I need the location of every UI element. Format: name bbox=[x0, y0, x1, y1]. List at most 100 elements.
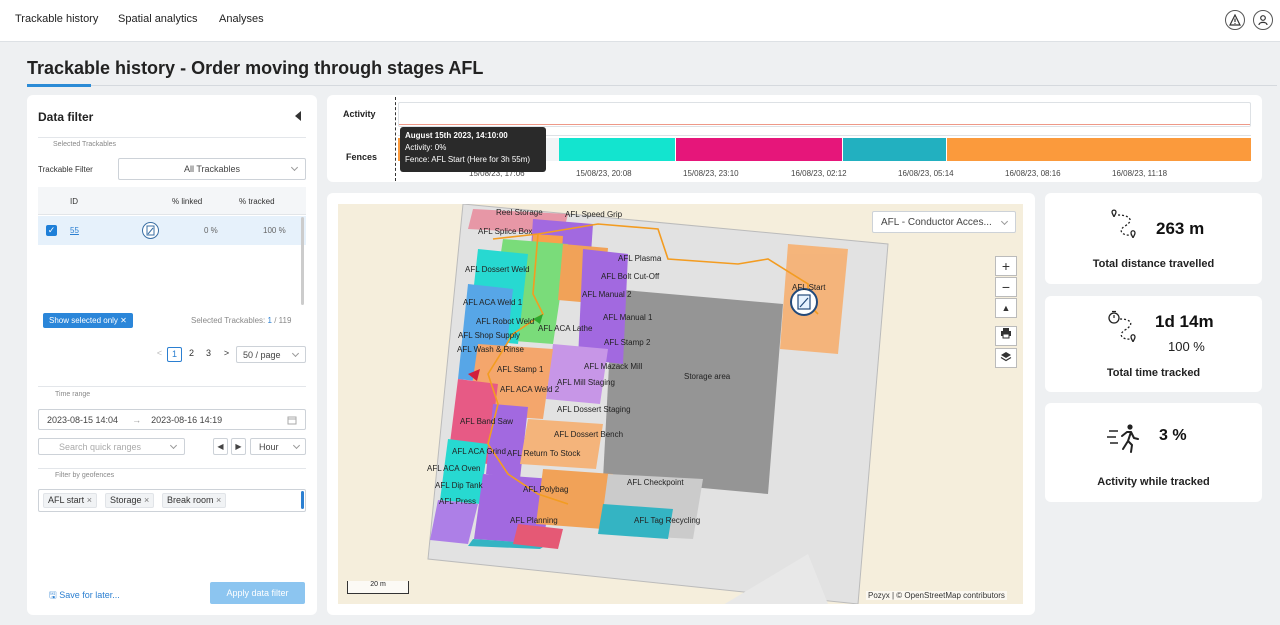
distance-value: 263 m bbox=[1156, 219, 1205, 238]
trackable-filter-select[interactable]: All Trackables bbox=[118, 158, 306, 180]
divider bbox=[38, 137, 306, 138]
map-label: Storage area bbox=[684, 372, 731, 381]
timeline-tooltip: August 15th 2023, 14:10:00 Activity: 0% … bbox=[400, 127, 546, 172]
tab-analyses[interactable]: Analyses bbox=[219, 13, 264, 25]
fence-segment[interactable] bbox=[947, 138, 1251, 161]
calendar-icon bbox=[287, 416, 297, 425]
page-1-button[interactable]: 1 bbox=[167, 347, 182, 362]
step-back-button[interactable]: ◀ bbox=[213, 438, 228, 455]
close-icon[interactable]: × bbox=[144, 495, 149, 505]
map-label: Reel Storage bbox=[496, 208, 543, 217]
top-navigation: Trackable history Spatial analytics Anal… bbox=[0, 0, 1280, 42]
fence-segment[interactable] bbox=[843, 138, 946, 161]
time-cursor[interactable] bbox=[395, 97, 396, 181]
activity-line bbox=[399, 124, 1250, 125]
map-label: AFL Splice Box bbox=[478, 227, 533, 236]
trackable-id-link[interactable]: 55 bbox=[70, 226, 79, 235]
time-from-value[interactable]: 2023-08-15 14:04 bbox=[47, 415, 118, 425]
time-tick: 16/08/23, 11:18 bbox=[1112, 169, 1168, 178]
page-2-button[interactable]: 2 bbox=[184, 347, 199, 362]
time-to-value[interactable]: 2023-08-16 14:19 bbox=[151, 415, 222, 425]
map-label: AFL Press bbox=[439, 497, 477, 506]
map-label: AFL Dossert Weld bbox=[465, 265, 530, 274]
arrow-right-icon: → bbox=[132, 414, 142, 425]
step-forward-button[interactable]: ▶ bbox=[231, 438, 246, 455]
show-selected-only-button[interactable]: Show selected only ✕ bbox=[43, 313, 133, 328]
activity-track[interactable] bbox=[398, 102, 1251, 127]
floor-map[interactable]: Reel Storage AFL Speed Grip AFL Splice B… bbox=[338, 204, 1023, 604]
geofence-scrollbar[interactable] bbox=[301, 491, 304, 509]
map-label: AFL Band Saw bbox=[460, 417, 514, 426]
map-label: AFL Return To Stock bbox=[507, 449, 581, 458]
column-linked[interactable]: % linked bbox=[172, 197, 202, 206]
floor-plan-drawing bbox=[427, 204, 889, 604]
print-button[interactable] bbox=[995, 326, 1017, 346]
title-divider bbox=[27, 85, 1277, 86]
printer-icon bbox=[1001, 328, 1011, 339]
geofence-chip: Break room × bbox=[162, 493, 227, 508]
column-tracked[interactable]: % tracked bbox=[239, 197, 275, 206]
quick-ranges-search[interactable]: Search quick ranges bbox=[38, 438, 185, 455]
geofence-chip: AFL start × bbox=[43, 493, 97, 508]
map-label: AFL ACA Weld 2 bbox=[500, 385, 560, 394]
map-label: AFL Planning bbox=[510, 516, 558, 525]
time-unit-select[interactable]: Hour bbox=[250, 438, 306, 455]
time-tick: 16/08/23, 08:16 bbox=[1005, 169, 1061, 178]
geofence-chip: Storage × bbox=[105, 493, 155, 508]
time-range-picker[interactable]: 2023-08-15 14:04 → 2023-08-16 14:19 bbox=[38, 409, 306, 430]
trackable-filter-label: Trackable Filter bbox=[38, 165, 93, 174]
row-checkbox[interactable]: ✓ bbox=[46, 225, 57, 236]
map-label: AFL Mazack Mill bbox=[584, 362, 643, 371]
warning-icon[interactable] bbox=[1225, 10, 1245, 30]
fence-segment[interactable] bbox=[559, 138, 675, 161]
close-icon[interactable]: × bbox=[216, 495, 221, 505]
tab-spatial-analytics[interactable]: Spatial analytics bbox=[118, 13, 198, 25]
map-label: AFL Checkpoint bbox=[627, 478, 684, 487]
map-label: AFL Stamp 1 bbox=[497, 365, 544, 374]
geofence-chip-label: AFL start bbox=[48, 495, 85, 505]
map-label: AFL ACA Weld 1 bbox=[463, 298, 523, 307]
map-label: AFL Wash & Rinse bbox=[457, 345, 524, 354]
table-row[interactable]: ✓ 55 0 % 100 % bbox=[38, 216, 306, 245]
quick-ranges-placeholder: Search quick ranges bbox=[59, 441, 142, 452]
data-filter-panel: Data filter Selected Trackables Trackabl… bbox=[27, 95, 317, 615]
map-label: AFL Manual 1 bbox=[603, 313, 653, 322]
selected-count-label: Selected Trackables: bbox=[191, 316, 266, 325]
divider bbox=[38, 468, 306, 469]
compass-button[interactable]: ▲ bbox=[995, 298, 1017, 318]
selected-trackables-section-label: Selected Trackables bbox=[53, 141, 117, 148]
time-label: Total time tracked bbox=[1106, 367, 1201, 379]
close-icon[interactable]: ✕ bbox=[120, 316, 127, 325]
collapse-panel-icon[interactable] bbox=[295, 111, 301, 121]
activity-value: 3 % bbox=[1159, 427, 1187, 444]
page-size-select[interactable]: 50 / page bbox=[236, 346, 306, 363]
zoom-in-button[interactable]: + bbox=[995, 256, 1017, 276]
trackable-tag-icon bbox=[142, 222, 159, 239]
map-label: AFL Tag Recycling bbox=[634, 516, 701, 525]
tab-trackable-history[interactable]: Trackable history bbox=[15, 13, 98, 25]
time-range-section-label: Time range bbox=[55, 391, 91, 398]
divider bbox=[38, 386, 306, 387]
save-for-later-link[interactable]: 🖫 Save for later... bbox=[49, 588, 120, 604]
user-icon[interactable] bbox=[1253, 10, 1273, 30]
pager-prev-button[interactable]: < bbox=[152, 347, 167, 362]
table-scrollbar[interactable] bbox=[301, 217, 304, 305]
map-layer-select[interactable]: AFL - Conductor Acces... bbox=[872, 211, 1016, 233]
close-icon[interactable]: × bbox=[87, 495, 92, 505]
zoom-out-button[interactable]: − bbox=[995, 277, 1017, 297]
pager-next-button[interactable]: > bbox=[219, 347, 234, 362]
time-tick: 16/08/23, 02:12 bbox=[791, 169, 847, 178]
selected-count: 1 bbox=[267, 316, 272, 325]
apply-data-filter-button[interactable]: Apply data filter bbox=[210, 582, 305, 604]
fence-segment[interactable] bbox=[676, 138, 842, 161]
chevron-down-icon bbox=[292, 441, 301, 450]
chevron-down-icon bbox=[291, 349, 300, 358]
map-label: AFL Dossert Staging bbox=[557, 405, 631, 414]
map-attribution: Pozyx | © OpenStreetMap contributors bbox=[866, 591, 1007, 600]
page-3-button[interactable]: 3 bbox=[201, 347, 216, 362]
chevron-down-icon bbox=[290, 163, 299, 172]
selected-trackables-count: Selected Trackables: 1 / 119 bbox=[191, 316, 291, 325]
trackable-marker-icon[interactable] bbox=[790, 288, 818, 316]
time-unit-value: Hour bbox=[259, 441, 279, 452]
layers-button[interactable] bbox=[995, 348, 1017, 368]
